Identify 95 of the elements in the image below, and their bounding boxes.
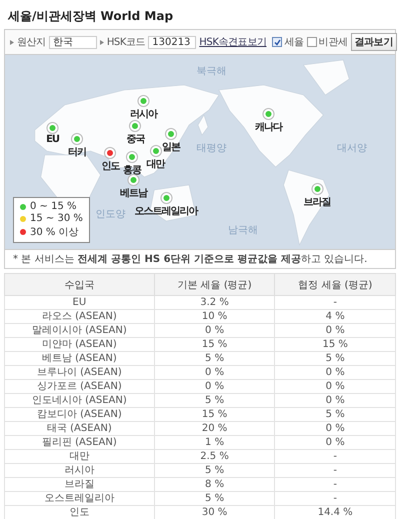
checkbox-label: 비관세	[318, 36, 348, 49]
table-cell: 0 %	[274, 324, 396, 338]
table-cell: 5 %	[154, 394, 275, 408]
table-cell: 15 %	[154, 408, 275, 422]
country-marker[interactable]	[130, 120, 140, 131]
table-cell: 브루나이 (ASEAN)	[4, 366, 154, 380]
table-cell: 0 %	[154, 366, 275, 380]
table-cell: -	[274, 464, 396, 478]
table-cell: 5 %	[154, 464, 275, 478]
table-cell: 라오스 (ASEAN)	[4, 310, 154, 324]
country-label: 러시아	[130, 108, 157, 121]
country-marker[interactable]	[127, 152, 138, 162]
country-marker[interactable]	[128, 175, 138, 186]
country-label: 대만	[146, 158, 165, 171]
country-marker[interactable]	[105, 148, 116, 158]
bullet-icon	[100, 40, 104, 44]
table-cell: 4 %	[274, 310, 396, 324]
bullet-icon	[10, 40, 14, 44]
ocean-label: 남극해	[228, 224, 258, 237]
country-label: 홍콩	[123, 164, 142, 177]
table-cell: 브라질	[4, 478, 154, 492]
legend-label: 15 ~ 30 %	[30, 213, 83, 224]
legend-label: 30 % 이상	[30, 226, 79, 239]
table-cell: 5 %	[154, 352, 275, 366]
table-cell: 5 %	[274, 352, 396, 366]
hsk-field[interactable]: 130213	[148, 36, 196, 48]
table-cell: 필리핀 (ASEAN)	[4, 436, 154, 450]
table-cell: 0 %	[274, 380, 396, 394]
table-cell: 15 %	[274, 338, 396, 352]
table-cell: 0 %	[154, 324, 275, 338]
table-cell: 1 %	[154, 436, 275, 450]
country-label: 캐나다	[255, 121, 282, 134]
column-header: 기본 세율 (평균)	[154, 274, 275, 296]
country-marker[interactable]	[166, 128, 176, 139]
table-cell: -	[274, 296, 396, 310]
country-marker[interactable]	[150, 146, 161, 156]
checkbox[interactable]	[272, 37, 282, 47]
table-cell: 태국 (ASEAN)	[4, 422, 154, 436]
country-marker[interactable]	[138, 96, 148, 106]
ocean-label: 태평양	[196, 142, 227, 156]
ocean-label: 인도양	[95, 208, 126, 222]
table-cell: 0 %	[274, 394, 396, 408]
country-label: 일본	[162, 140, 180, 154]
table-cell: 3.2 %	[154, 296, 275, 310]
table-cell: 싱가포르 (ASEAN)	[4, 380, 154, 394]
table-cell: -	[274, 450, 396, 464]
checkbox[interactable]	[306, 37, 317, 47]
table-cell: 대만	[4, 450, 154, 464]
country-label: 오스트레일리아	[134, 204, 198, 218]
table-cell: 15 %	[154, 338, 275, 352]
ocean-label: 북극해	[196, 64, 227, 78]
table-cell: 미얀마 (ASEAN)	[4, 338, 154, 352]
column-header: 수입국	[4, 274, 154, 296]
column-header: 협정 세율 (평균)	[274, 274, 396, 296]
notice-text: * 본 서비스는 전세계 공통인 HS 6단위 기준으로 평균값을 제공하고 있습니다.	[4, 250, 396, 269]
country-label: 중국	[126, 132, 144, 146]
origin-label: 원산지	[17, 36, 46, 49]
table-cell: 인도	[4, 506, 154, 519]
table-cell: 20 %	[154, 422, 275, 436]
table-cell: 2.5 %	[154, 450, 275, 464]
hsk-label: HSK코드	[106, 36, 146, 49]
hsk-link[interactable]: HSK속견표보기	[199, 35, 266, 49]
checkbox-label: 세율	[284, 36, 304, 49]
table-cell: 러시아	[4, 464, 154, 478]
table-cell: 오스트레일리아	[4, 492, 154, 506]
legend-label: 0 ~ 15 %	[30, 201, 77, 212]
result-button[interactable]: 결과보기	[350, 33, 397, 51]
country-label: 브라질	[304, 196, 330, 209]
table-cell: -	[274, 492, 396, 506]
table-cell: 8 %	[154, 478, 275, 492]
country-label: 터키	[68, 146, 86, 160]
ocean-label: 대서양	[337, 142, 368, 156]
country-marker[interactable]	[72, 134, 82, 144]
table-cell: 0 %	[274, 366, 396, 380]
table-cell: EU	[4, 296, 154, 310]
country-marker[interactable]	[312, 184, 322, 194]
table-cell: 0 %	[274, 436, 396, 450]
table-cell: 캄보디아 (ASEAN)	[4, 408, 154, 422]
country-marker[interactable]	[264, 109, 274, 120]
origin-field[interactable]: 한국	[48, 36, 97, 48]
table-cell: 0 %	[154, 380, 275, 394]
table-cell: 베트남 (ASEAN)	[4, 352, 154, 366]
table-cell: 10 %	[154, 310, 275, 324]
table-cell: 인도네시아 (ASEAN)	[4, 394, 154, 408]
page-title: 세율/비관세장벽 World Map	[6, 8, 174, 25]
table-cell: -	[274, 478, 396, 492]
country-marker[interactable]	[161, 192, 172, 203]
table-cell: 5 %	[154, 492, 275, 506]
country-marker[interactable]	[48, 122, 58, 133]
country-label: EU	[46, 134, 60, 145]
country-label: 인도	[101, 160, 120, 173]
country-label: 베트남	[120, 187, 147, 200]
table-cell: 말레이시아 (ASEAN)	[4, 324, 154, 338]
table-cell: 0 %	[274, 422, 396, 436]
table-cell: 5 %	[274, 408, 396, 422]
